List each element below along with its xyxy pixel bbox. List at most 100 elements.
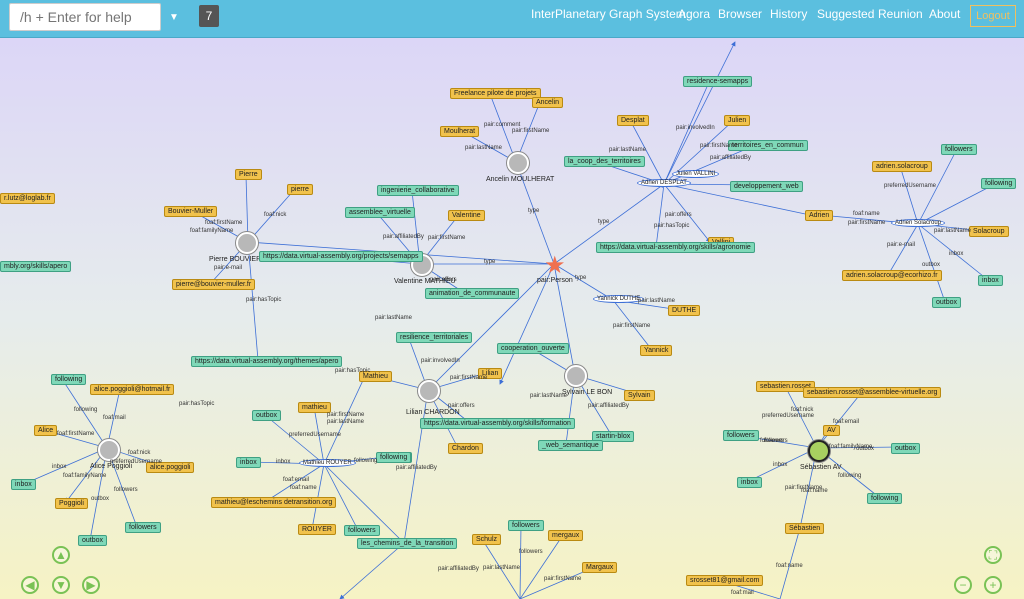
command-input[interactable] — [9, 3, 161, 31]
uri-node[interactable]: outbox — [252, 410, 282, 421]
literal-node[interactable]: Yannick — [640, 345, 673, 356]
person-ellipse[interactable]: Yannick DUTHE — [593, 295, 645, 303]
person-avatar[interactable] — [808, 440, 830, 462]
literal-node[interactable]: Poggioli — [55, 498, 88, 509]
person-avatar[interactable] — [565, 365, 587, 387]
literal-node[interactable]: pierre@bouvier-muller.fr — [172, 279, 256, 290]
literal-node[interactable]: Julien — [724, 115, 751, 126]
literal-node[interactable]: Valentine — [448, 210, 485, 221]
literal-node[interactable]: mathieu — [298, 402, 331, 413]
literal-node[interactable]: Bouvier-Muller — [164, 206, 218, 217]
uri-node[interactable]: inbox — [11, 479, 36, 490]
edge-label: pair:affiliatedBy — [396, 465, 437, 471]
uri-node[interactable]: animation_de_communaute — [425, 288, 520, 299]
nav-browser[interactable]: Browser — [718, 7, 762, 21]
uri-node[interactable]: resilience_territoriales — [396, 332, 473, 343]
pan-down-button[interactable]: ▼ — [52, 576, 70, 594]
uri-node[interactable]: followers — [125, 522, 161, 533]
person-avatar[interactable] — [418, 380, 440, 402]
uri-node[interactable]: assemblee_virtuelle — [345, 207, 415, 218]
pan-left-button[interactable]: ◀ — [21, 576, 39, 594]
pan-right-button[interactable]: ▶ — [82, 576, 100, 594]
literal-node[interactable]: Freelance pilote de projets — [450, 88, 541, 99]
nav-suggested[interactable]: Suggested — [817, 7, 874, 21]
person-avatar[interactable] — [236, 232, 258, 254]
literal-node[interactable]: Schulz — [472, 534, 502, 545]
uri-node[interactable]: followers — [508, 520, 544, 531]
nav-interplanetary-graph-system[interactable]: InterPlanetary Graph System — [531, 7, 686, 21]
uri-node[interactable]: following — [376, 452, 412, 463]
literal-node[interactable]: Pierre — [235, 169, 262, 180]
uri-node[interactable]: following — [981, 178, 1017, 189]
person-avatar[interactable] — [98, 439, 120, 461]
logout-button[interactable]: Logout — [970, 5, 1016, 27]
literal-node[interactable]: alice.poggioli@hotmail.fr — [90, 384, 175, 395]
graph-edge — [654, 183, 665, 248]
chevron-down-icon[interactable]: ▼ — [165, 8, 183, 26]
nav-reunion[interactable]: Reunion — [878, 7, 923, 21]
uri-node[interactable]: la_coop_des_territoires — [564, 156, 645, 167]
literal-node[interactable]: r.lutz@loglab.fr — [0, 193, 55, 204]
uri-node[interactable]: ingenierie_collaborative — [377, 185, 459, 196]
person-ellipse[interactable]: Adrien DESPLAT — [637, 179, 691, 187]
literal-node[interactable]: Sébastien — [785, 523, 825, 534]
literal-node[interactable]: pierre — [287, 184, 313, 195]
literal-node[interactable]: srosset81@gmail.com — [686, 575, 764, 586]
literal-node[interactable]: Desplat — [617, 115, 649, 126]
uri-node[interactable]: inbox — [978, 275, 1003, 286]
fit-view-button[interactable]: ⛶ — [984, 546, 1002, 564]
uri-node[interactable]: following — [867, 493, 903, 504]
edge-label: pair:firstName — [848, 220, 886, 226]
literal-node[interactable]: Margaux — [582, 562, 618, 573]
person-ellipse[interactable]: Julien VALLINI — [672, 170, 720, 178]
uri-node[interactable]: developpement_web — [730, 181, 803, 192]
literal-node[interactable]: Sylvain — [624, 390, 655, 401]
literal-node[interactable]: Moulherat — [440, 126, 480, 137]
uri-node[interactable]: mbly.org/skills/apero — [0, 261, 72, 272]
literal-node[interactable]: mathieu@leschemins detransition.org — [211, 497, 337, 508]
literal-node[interactable]: Ancelin — [532, 97, 563, 108]
uri-node[interactable]: cooperation_ouverte — [497, 343, 569, 354]
uri-node[interactable]: outbox — [932, 297, 962, 308]
literal-node[interactable]: mergaux — [548, 530, 584, 541]
uri-node[interactable]: territoires_en_commun — [728, 140, 808, 151]
pan-up-button[interactable]: ▲ — [52, 546, 70, 564]
literal-node[interactable]: ROUYER — [298, 524, 336, 535]
uri-node[interactable]: residence-semapps — [683, 76, 753, 87]
uri-node[interactable]: followers — [723, 430, 759, 441]
selection-count-badge[interactable]: 7 — [199, 5, 219, 27]
uri-node[interactable]: inbox — [737, 477, 762, 488]
graph-canvas[interactable]: ★ pair:Person Ancelin MOULHERAT Pierre B… — [0, 38, 1024, 599]
uri-node[interactable]: followers — [344, 525, 380, 536]
uri-node[interactable]: _web_semantique — [538, 440, 603, 451]
literal-node[interactable]: Solacroup — [969, 226, 1009, 237]
zoom-out-button[interactable]: − — [954, 576, 972, 594]
person-ellipse[interactable]: Adrien Solacroup — [891, 219, 946, 227]
uri-node[interactable]: https://data.virtual-assembly.org/themes… — [191, 356, 343, 367]
uri-node[interactable]: following — [51, 374, 87, 385]
uri-node[interactable]: inbox — [236, 457, 261, 468]
uri-node[interactable]: outbox — [891, 443, 921, 454]
uri-node[interactable]: https://data.virtual-assembly.org/projec… — [259, 251, 423, 262]
nav-about[interactable]: About — [929, 7, 960, 21]
person-avatar[interactable] — [507, 152, 529, 174]
literal-node[interactable]: Adrien — [805, 210, 834, 221]
uri-node[interactable]: outbox — [78, 535, 108, 546]
person-type-star[interactable]: ★ — [544, 254, 566, 278]
person-ellipse[interactable]: Mathieu ROUYER — [299, 459, 356, 467]
nav-history[interactable]: History — [770, 7, 807, 21]
uri-node[interactable]: followers — [941, 144, 977, 155]
zoom-in-button[interactable]: + — [984, 576, 1002, 594]
literal-node[interactable]: adrien.solacroup — [872, 161, 932, 172]
literal-node[interactable]: Alice — [34, 425, 58, 436]
nav-agora[interactable]: Agora — [678, 7, 710, 21]
uri-node[interactable]: les_chemins_de_la_transition — [357, 538, 458, 549]
uri-node[interactable]: https://data.virtual-assembly.org/skills… — [596, 242, 755, 253]
uri-node[interactable]: https://data.virtual-assembly.org/skills… — [420, 418, 575, 429]
edge-label: foaf:firstName — [205, 220, 243, 226]
literal-node[interactable]: adrien.solacroup@ecorhizo.fr — [842, 270, 942, 281]
literal-node[interactable]: DUTHE — [668, 305, 701, 316]
literal-node[interactable]: sebastien.rosset@assemblee-virtuelle.org — [803, 387, 942, 398]
literal-node[interactable]: AV — [823, 425, 840, 436]
literal-node[interactable]: Chardon — [448, 443, 483, 454]
